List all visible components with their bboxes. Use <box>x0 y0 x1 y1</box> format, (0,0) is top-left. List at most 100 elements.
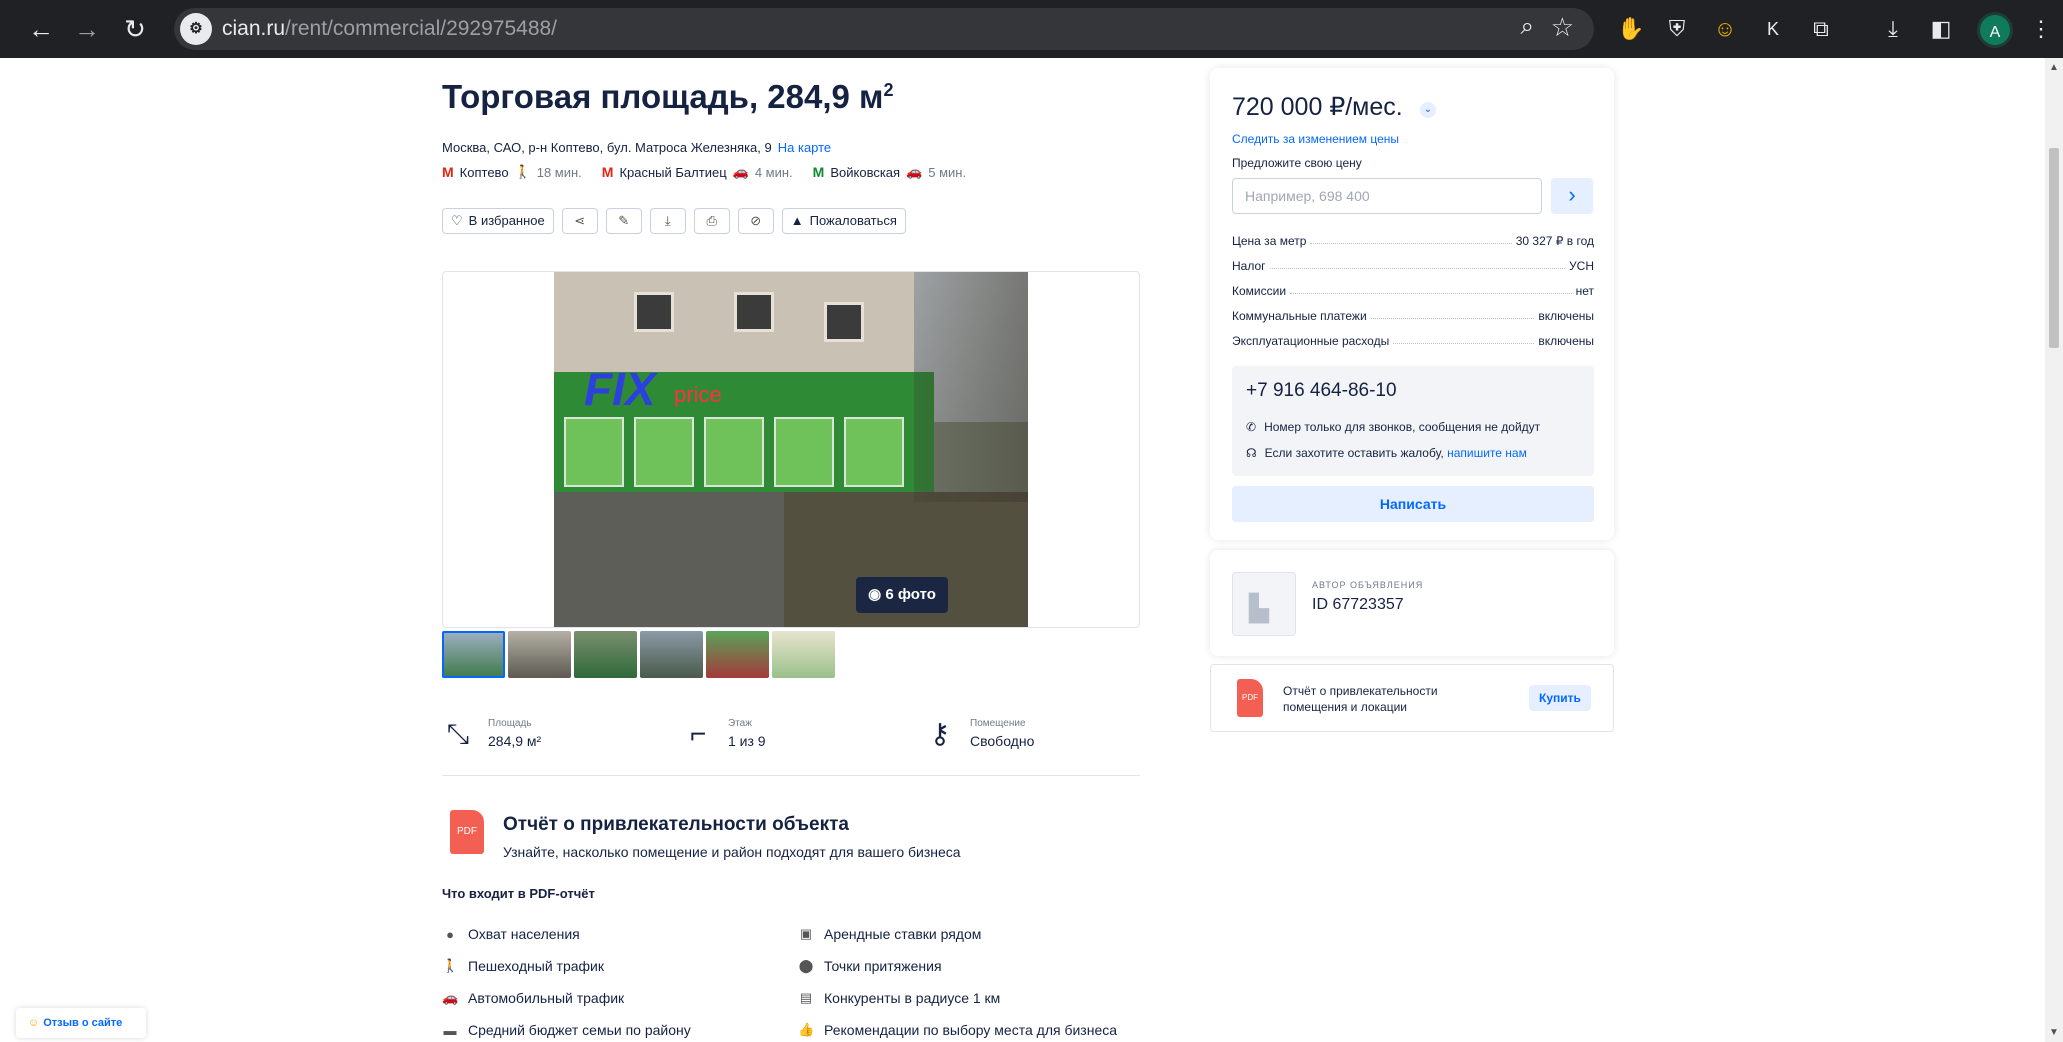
buy-report-card: PDF Отчёт о привлекательности помещения … <box>1210 664 1614 732</box>
scrollbar[interactable]: ▲ ▼ <box>2045 58 2063 1042</box>
download-button[interactable]: ⤓ <box>649 208 686 234</box>
phone-box: +7 916 464-86-10 ✆ Номер только для звонк… <box>1232 366 1594 476</box>
track-price-link[interactable]: Следить за изменением цены <box>1232 132 1399 146</box>
feature-item: ▤ Конкуренты в радиусе 1 км <box>798 990 1000 1006</box>
chevron-down-icon[interactable]: ⌄ <box>1420 102 1436 118</box>
extension-k-icon[interactable]: K <box>1756 12 1790 46</box>
extension-adblock-icon[interactable]: ✋ <box>1614 12 1648 46</box>
offer-price-input[interactable]: Например, 698 400 <box>1232 178 1542 214</box>
spec-row: Налог УСН <box>1232 259 1594 273</box>
url-host: cian.ru <box>222 17 286 40</box>
photo-count-badge[interactable]: ◉ 6 фото <box>856 577 948 613</box>
write-button[interactable]: Написать <box>1232 486 1594 522</box>
author-id[interactable]: ID 67723357 <box>1312 596 1404 614</box>
metro-station[interactable]: М Красный Балтиец 🚗 4 мин. <box>602 164 793 180</box>
photo-window <box>634 292 674 332</box>
complaint-note: ☊ Если захотите оставить жалобу, напишите… <box>1246 446 1527 460</box>
phone-note-text: Номер только для звонков, сообщения не д… <box>1264 420 1541 434</box>
buy-report-text: Отчёт о привлекательности помещения и ло… <box>1283 684 1438 714</box>
main-photo[interactable]: FIX price ◉ 6 фото <box>554 272 1028 627</box>
share-button[interactable]: ⋖ <box>561 208 598 234</box>
bookmark-star-icon[interactable]: ☆ <box>1551 12 1574 43</box>
share-icon: ⋖ <box>574 213 586 228</box>
site-info-icon[interactable]: ⚙ <box>180 13 212 45</box>
photo-sign: FIX <box>584 363 656 415</box>
smile-icon: ☺ <box>28 1017 40 1029</box>
photo-glass <box>564 417 624 487</box>
hide-button[interactable]: ⊘ <box>737 208 774 234</box>
metro-icon: М <box>812 164 825 180</box>
feature-item: 👍 Рекомендации по выбору места для бизнес… <box>798 1022 1117 1038</box>
wallet-icon: ▬ <box>443 1022 457 1038</box>
map-link[interactable]: На карте <box>778 140 831 155</box>
edit-button[interactable]: ✎ <box>605 208 642 234</box>
listing-actions: ♡ В избранное ⋖ ✎ ⤓ ⎙ ⊘ ▲ Пожаловаться <box>442 208 906 234</box>
fact-area: ⤡ Площадь 284,9 м² <box>442 718 541 750</box>
offer-label: Предложите свою цену <box>1232 156 1362 170</box>
back-icon[interactable]: ← <box>24 12 58 46</box>
download-icon[interactable]: ⤓ <box>1876 12 1910 46</box>
thumbnail[interactable] <box>442 631 505 678</box>
feature-item: ● Охват населения <box>442 926 580 942</box>
car-icon: 🚗 <box>442 990 459 1005</box>
feature-label: Средний бюджет семьи по району <box>468 1022 691 1038</box>
author-avatar[interactable]: ▙ <box>1232 572 1296 636</box>
spec-dots <box>1290 284 1572 294</box>
area-icon: ⤡ <box>446 718 470 749</box>
metro-station[interactable]: М Войковская 🚗 5 мин. <box>813 164 966 180</box>
favorite-label: В избранное <box>468 213 545 228</box>
thumbnail[interactable] <box>574 631 637 678</box>
phone-number[interactable]: +7 916 464-86-10 <box>1246 380 1397 402</box>
metro-station[interactable]: М Коптево 🚶 18 мин. <box>442 164 582 180</box>
favorite-button[interactable]: ♡ В избранное <box>442 208 554 234</box>
url-text[interactable]: cian.ru/rent/commercial/292975488/ <box>222 17 557 41</box>
headset-icon: ☊ <box>1246 446 1257 460</box>
spec-dots <box>1393 334 1535 344</box>
offer-submit-button[interactable]: › <box>1551 178 1593 214</box>
print-button[interactable]: ⎙ <box>693 208 730 234</box>
title-text: Торговая площадь, 284,9 м <box>442 78 884 115</box>
buy-button[interactable]: Купить <box>1529 685 1591 711</box>
thumbnail[interactable] <box>640 631 703 678</box>
photo-window <box>824 302 864 342</box>
complaint-link[interactable]: напишите нам <box>1447 446 1527 460</box>
extension-shield-icon[interactable]: ⛨ <box>1660 12 1694 46</box>
spec-label: Коммунальные платежи <box>1232 309 1367 323</box>
profile-avatar[interactable]: A <box>1977 12 2013 48</box>
phone-note: ✆ Номер только для звонков, сообщения не … <box>1246 420 1540 434</box>
price: 720 000 ₽/мес. <box>1232 93 1403 121</box>
spec-dots <box>1370 309 1535 319</box>
scroll-down-icon[interactable]: ▼ <box>2049 1027 2059 1038</box>
thumbnail[interactable] <box>706 631 769 678</box>
thumbnail[interactable] <box>508 631 571 678</box>
side-panel-icon[interactable]: ◧ <box>1924 12 1958 46</box>
forward-icon[interactable]: → <box>70 12 104 46</box>
extensions-puzzle-icon[interactable]: ⧉ <box>1804 12 1838 46</box>
feature-item: ▣ Арендные ставки рядом <box>798 926 982 942</box>
scroll-up-icon[interactable]: ▲ <box>2049 62 2059 73</box>
menu-kebab-icon[interactable]: ⋮ <box>2026 12 2056 46</box>
pdf-icon: PDF <box>1237 679 1263 717</box>
address-text: Москва, САО, р-н Коптево, бул. Матроса Ж… <box>442 140 772 155</box>
thumbnail[interactable] <box>772 631 835 678</box>
zoom-icon[interactable]: ⌕ <box>1521 13 1534 41</box>
spec-row: Комиссии нет <box>1232 284 1594 298</box>
address-bar[interactable]: ⚙ cian.ru/rent/commercial/292975488/ ⌕ ☆ <box>174 8 1594 50</box>
reload-icon[interactable]: ↻ <box>118 12 152 46</box>
photo-gallery[interactable]: FIX price ◉ 6 фото <box>442 271 1140 628</box>
site-feedback-button[interactable]: ☺ Отзыв о сайте <box>16 1008 146 1038</box>
feature-item: ⬤ Точки притяжения <box>798 958 942 974</box>
eye-off-icon: ⊘ <box>750 213 762 228</box>
location-pin-icon: ⬤ <box>798 958 814 973</box>
feature-label: Рекомендации по выбору места для бизнеса <box>824 1022 1118 1038</box>
pencil-icon: ✎ <box>618 213 630 228</box>
extension-character-icon[interactable]: ☺ <box>1708 12 1742 46</box>
spec-row: Эксплуатационные расходы включены <box>1232 334 1594 348</box>
store-icon: ▤ <box>799 990 813 1005</box>
key-icon: ⚷ <box>929 718 951 749</box>
complain-button[interactable]: ▲ Пожаловаться <box>781 208 906 234</box>
address: Москва, САО, р-н Коптево, бул. Матроса Ж… <box>442 140 831 155</box>
feature-item: 🚗 Автомобильный трафик <box>442 990 624 1006</box>
scrollbar-thumb[interactable] <box>2049 148 2059 348</box>
feature-label: Пешеходный трафик <box>468 958 605 974</box>
